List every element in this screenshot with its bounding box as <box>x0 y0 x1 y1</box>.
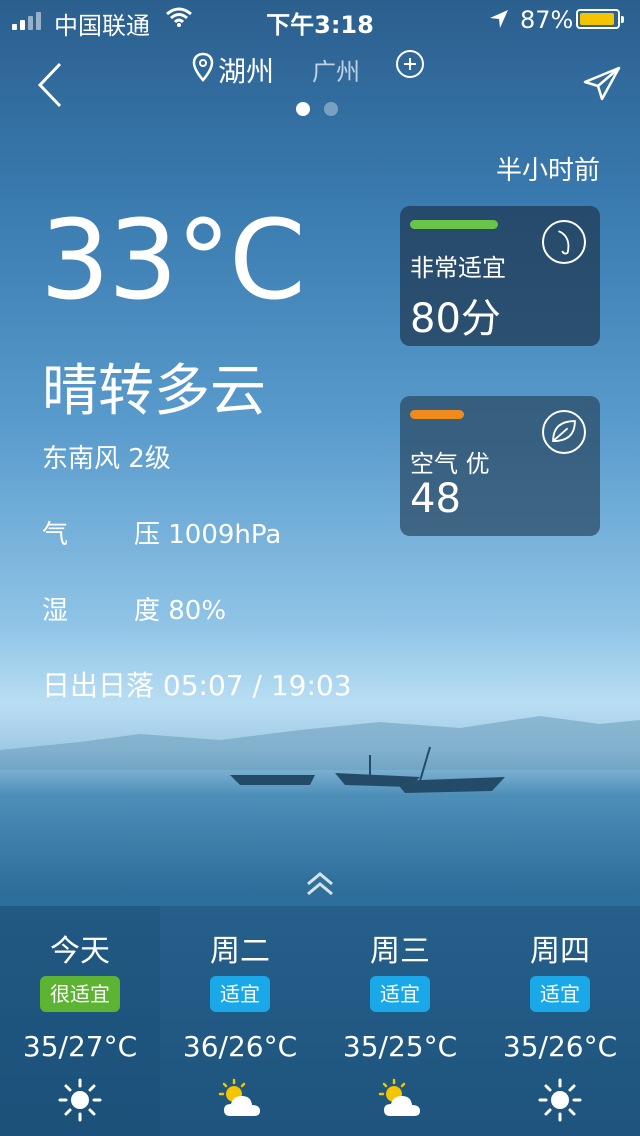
city-tab[interactable]: 广州 <box>312 52 360 87</box>
forecast-temp: 36/26°C <box>182 1030 298 1063</box>
wind-info: 东南风 2级 <box>42 444 171 474</box>
expand-up-icon[interactable] <box>305 872 335 896</box>
add-city-icon[interactable] <box>396 50 424 78</box>
air-quality-label: 空气 优 <box>410 450 490 478</box>
forecast-day[interactable]: 今天 很适宜 35/27°C <box>0 906 160 1136</box>
partly-cloudy-icon <box>218 1078 260 1116</box>
fishing-index-card[interactable]: 非常适宜 80分 <box>400 206 600 346</box>
fishing-index-value: 80分 <box>410 296 501 342</box>
send-icon[interactable] <box>582 66 622 102</box>
page-dot <box>324 102 338 116</box>
forecast-day[interactable]: 周三 适宜 35/25°C <box>320 906 480 1136</box>
forecast-strip: 今天 很适宜 35/27°C 周二 适宜 36/26°C 周三 适宜 35/25… <box>0 906 640 1136</box>
air-quality-card[interactable]: 空气 优 48 <box>400 396 600 536</box>
pressure-label: 气 <box>42 520 69 550</box>
city-tab-active[interactable]: 湖州 <box>218 50 274 90</box>
suitability-badge: 很适宜 <box>40 976 120 1012</box>
location-pin-icon <box>192 52 214 82</box>
sun-icon <box>538 1078 582 1122</box>
forecast-day-name: 周三 <box>370 934 430 969</box>
humidity-value: 度 80% <box>134 596 227 626</box>
current-temperature: 33°C <box>40 196 306 324</box>
page-dot-active <box>296 102 310 116</box>
boats-image <box>230 746 505 793</box>
air-quality-value: 48 <box>410 476 461 522</box>
forecast-day[interactable]: 周四 适宜 35/26°C <box>480 906 640 1136</box>
partly-cloudy-icon <box>378 1078 420 1116</box>
weather-condition: 晴转多云 <box>42 359 266 424</box>
battery-percent: 87% <box>520 6 574 34</box>
fishing-icon <box>542 220 586 264</box>
pressure-value: 压 1009hPa <box>134 520 282 550</box>
update-time: 半小时前 <box>495 156 600 186</box>
suitability-badge: 适宜 <box>210 976 270 1012</box>
forecast-day-name: 今天 <box>50 934 110 969</box>
page-indicator <box>296 102 338 116</box>
suitability-badge: 适宜 <box>530 976 590 1012</box>
aqi-bar <box>410 410 464 419</box>
sun-icon <box>58 1078 102 1122</box>
back-icon[interactable] <box>36 62 64 108</box>
forecast-temp: 35/26°C <box>502 1030 618 1063</box>
index-bar <box>410 220 498 229</box>
leaf-icon <box>542 410 586 454</box>
forecast-temp: 35/25°C <box>342 1030 458 1063</box>
forecast-day[interactable]: 周二 适宜 36/26°C <box>160 906 320 1136</box>
suitability-badge: 适宜 <box>370 976 430 1012</box>
forecast-day-name: 周二 <box>210 934 270 969</box>
battery-icon <box>576 9 624 29</box>
humidity-label: 湿 <box>42 596 69 626</box>
forecast-temp: 35/27°C <box>22 1030 138 1063</box>
location-arrow-icon <box>490 10 508 28</box>
fishing-index-label: 非常适宜 <box>410 254 506 282</box>
status-bar: 中国联通 下午3:18 87% <box>0 0 640 40</box>
forecast-day-name: 周四 <box>530 934 590 969</box>
